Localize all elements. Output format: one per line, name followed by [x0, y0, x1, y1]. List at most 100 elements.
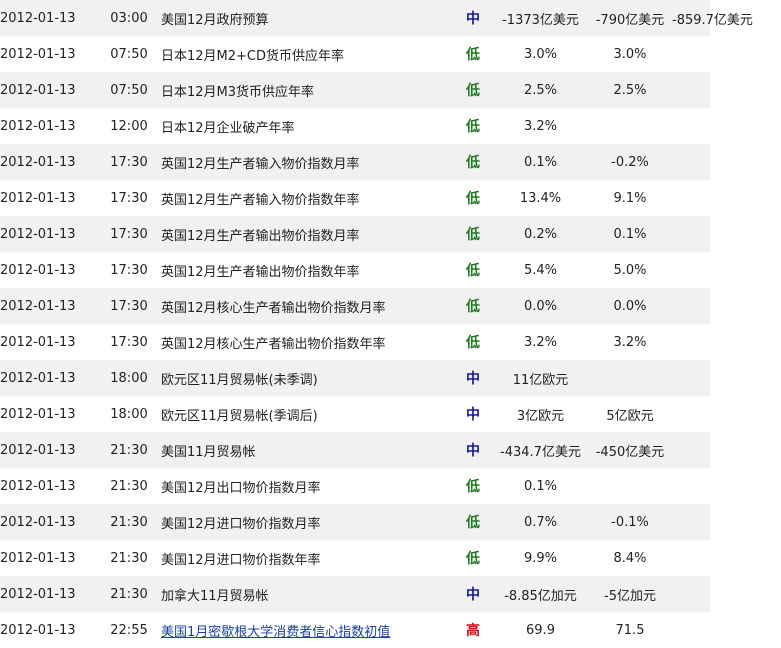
row-date: 2012-01-13 — [0, 108, 97, 144]
row-actual: 0.0% — [493, 288, 588, 324]
row-actual: 5.4% — [493, 252, 588, 288]
row-actual: 0.1% — [493, 468, 588, 504]
importance-badge: 低 — [453, 252, 493, 288]
row-date: 2012-01-13 — [0, 72, 97, 108]
row-forecast: -790亿美元 — [588, 0, 672, 36]
row-previous — [672, 576, 710, 612]
table-row: 2012-01-13 21:30 美国12月进口物价指数月率低 0.7% -0.1% — [0, 504, 710, 540]
row-time: 17:30 — [97, 216, 161, 252]
row-forecast: 2.5% — [588, 72, 672, 108]
row-forecast: 71.5 — [588, 612, 672, 648]
row-previous — [672, 144, 710, 180]
table-row: 2012-01-13 03:00 美国12月政府预算中 -1373亿美元 -790亿美元… — [0, 0, 753, 36]
row-actual: 3亿欧元 — [493, 396, 588, 432]
row-forecast: 9.1% — [588, 180, 672, 216]
row-event: 加拿大11月贸易帐 — [161, 576, 453, 612]
row-date: 2012-01-13 — [0, 144, 97, 180]
row-date: 2012-01-13 — [0, 432, 97, 468]
row-previous — [672, 360, 710, 396]
row-date: 2012-01-13 — [0, 396, 97, 432]
row-event: 美国12月出口物价指数月率 — [161, 468, 453, 504]
event-link[interactable]: 美国1月密歇根大学消费者信心指数初值 — [161, 625, 390, 640]
row-previous — [672, 216, 710, 252]
row-date: 2012-01-13 — [0, 288, 97, 324]
importance-badge: 低 — [453, 468, 493, 504]
row-date: 2012-01-13 — [0, 180, 97, 216]
table-row: 2012-01-13 07:50 日本12月M2+CD货币供应年率低 3.0% 3.0% — [0, 36, 710, 72]
importance-badge: 低 — [453, 36, 493, 72]
importance-badge: 中 — [453, 360, 493, 396]
row-date: 2012-01-13 — [0, 612, 97, 648]
table-row: 2012-01-13 21:30 加拿大11月贸易帐中 -8.85亿加元 -5亿加元 — [0, 576, 710, 612]
row-forecast: -450亿美元 — [588, 432, 672, 468]
row-date: 2012-01-13 — [0, 216, 97, 252]
row-forecast: 0.1% — [588, 216, 672, 252]
row-previous — [672, 396, 710, 432]
table-row: 2012-01-13 07:50 日本12月M3货币供应年率低 2.5% 2.5% — [0, 72, 710, 108]
table-row: 2012-01-13 17:30 英国12月生产者输入物价指数年率低 13.4% 9.1… — [0, 180, 710, 216]
importance-badge: 低 — [453, 180, 493, 216]
row-event: 日本12月M3货币供应年率 — [161, 72, 453, 108]
row-previous — [672, 612, 710, 648]
row-forecast: -5亿加元 — [588, 576, 672, 612]
row-forecast: 8.4% — [588, 540, 672, 576]
row-date: 2012-01-13 — [0, 540, 97, 576]
row-actual: 0.1% — [493, 144, 588, 180]
table-row: 2012-01-13 12:00 日本12月企业破产年率低 3.2% — [0, 108, 710, 144]
importance-badge: 低 — [453, 504, 493, 540]
row-date: 2012-01-13 — [0, 324, 97, 360]
row-actual: 11亿欧元 — [493, 360, 588, 396]
row-actual: 3.2% — [493, 324, 588, 360]
row-forecast: -0.1% — [588, 504, 672, 540]
row-actual: 13.4% — [493, 180, 588, 216]
row-event: 美国12月进口物价指数月率 — [161, 504, 453, 540]
row-time: 17:30 — [97, 252, 161, 288]
row-actual: -8.85亿加元 — [493, 576, 588, 612]
row-previous — [672, 72, 710, 108]
row-actual: 0.2% — [493, 216, 588, 252]
row-time: 03:00 — [97, 0, 161, 36]
table-row: 2012-01-13 17:30 英国12月生产者输入物价指数月率低 0.1% -0.2… — [0, 144, 710, 180]
row-actual: -1373亿美元 — [493, 0, 588, 36]
row-previous — [672, 432, 710, 468]
row-previous — [672, 252, 710, 288]
calendar-body: 2012-01-13 03:00 美国12月政府预算中 -1373亿美元 -790亿美元… — [0, 0, 753, 648]
importance-badge: 中 — [453, 396, 493, 432]
row-event: 英国12月生产者输入物价指数月率 — [161, 144, 453, 180]
row-time: 17:30 — [97, 288, 161, 324]
row-event: 欧元区11月贸易帐(未季调) — [161, 360, 453, 396]
importance-badge: 中 — [453, 576, 493, 612]
row-forecast: -0.2% — [588, 144, 672, 180]
row-event: 美国11月贸易帐 — [161, 432, 453, 468]
importance-badge: 低 — [453, 72, 493, 108]
row-event: 英国12月核心生产者输出物价指数年率 — [161, 324, 453, 360]
table-row: 2012-01-13 18:00 欧元区11月贸易帐(季调后) 中 3亿欧元 5亿欧元 — [0, 396, 710, 432]
importance-badge: 高 — [453, 612, 493, 648]
table-row: 2012-01-13 22:55 美国1月密歇根大学消费者信心指数初值 高 69.9 71… — [0, 612, 710, 648]
row-previous — [672, 324, 710, 360]
row-time: 21:30 — [97, 504, 161, 540]
row-date: 2012-01-13 — [0, 360, 97, 396]
row-forecast: 5.0% — [588, 252, 672, 288]
row-previous — [672, 540, 710, 576]
row-date: 2012-01-13 — [0, 36, 97, 72]
row-time: 17:30 — [97, 180, 161, 216]
importance-badge: 中 — [453, 432, 493, 468]
row-time: 21:30 — [97, 468, 161, 504]
economic-calendar-table: 2012-01-13 03:00 美国12月政府预算中 -1373亿美元 -790亿美元… — [0, 0, 753, 648]
row-time: 22:55 — [97, 612, 161, 648]
importance-badge: 低 — [453, 324, 493, 360]
row-time: 21:30 — [97, 432, 161, 468]
row-event: 美国12月进口物价指数年率 — [161, 540, 453, 576]
row-previous — [672, 468, 710, 504]
row-date: 2012-01-13 — [0, 504, 97, 540]
row-time: 17:30 — [97, 324, 161, 360]
table-row: 2012-01-13 18:00 欧元区11月贸易帐(未季调) 中 11亿欧元 — [0, 360, 710, 396]
row-previous: -859.7亿美元 — [672, 0, 753, 36]
row-previous — [672, 180, 710, 216]
row-event: 英国12月生产者输出物价指数年率 — [161, 252, 453, 288]
row-actual: 3.0% — [493, 36, 588, 72]
row-event: 英国12月生产者输入物价指数年率 — [161, 180, 453, 216]
row-time: 18:00 — [97, 396, 161, 432]
row-time: 18:00 — [97, 360, 161, 396]
